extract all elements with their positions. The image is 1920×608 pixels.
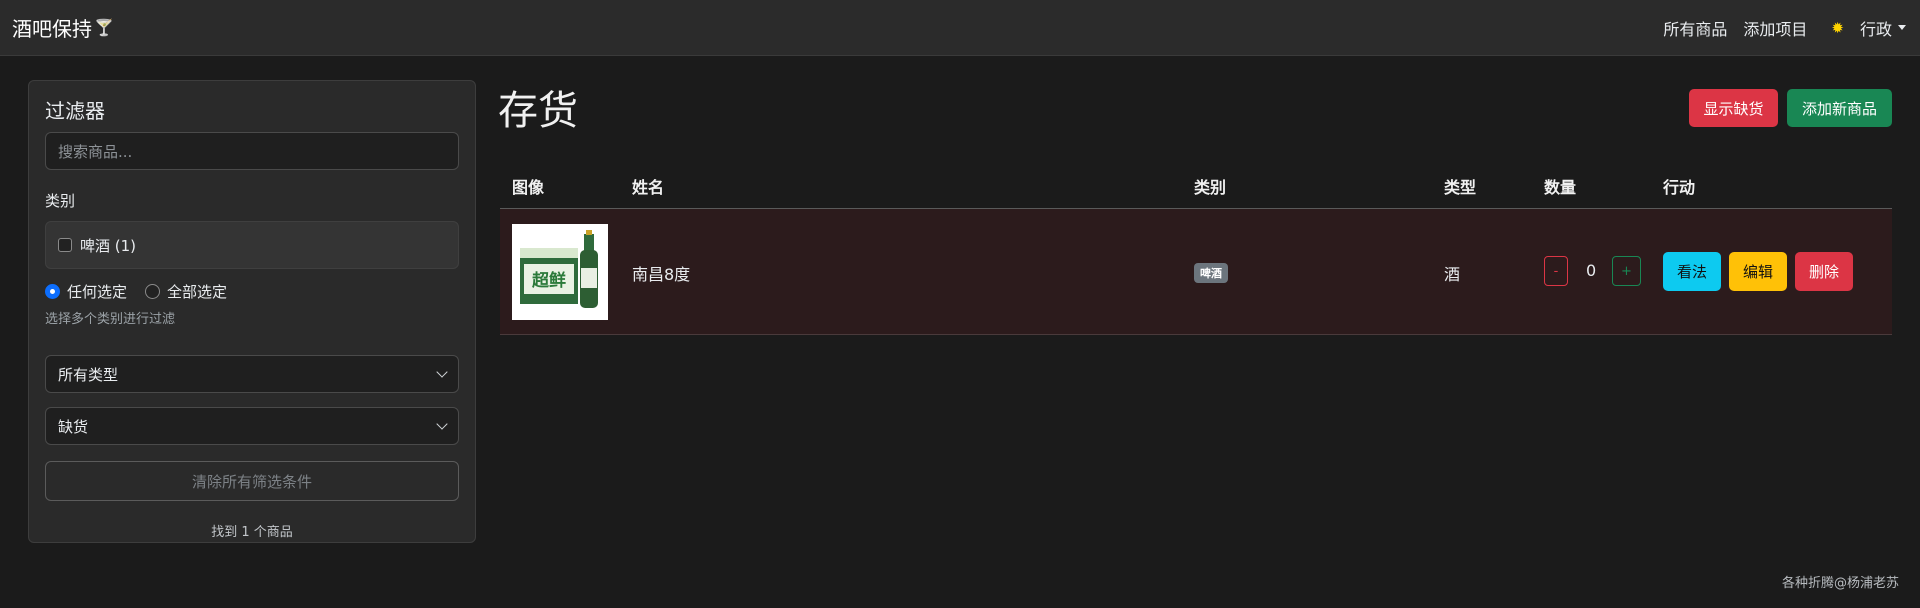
radio-any-label: 任何选定 xyxy=(67,283,128,301)
brand-name: 酒吧保持 xyxy=(12,17,92,41)
category-label: 类别 xyxy=(45,192,76,210)
table-row: 超鲜 南昌8度 啤酒 酒 - 0 + 看法 编辑 删除 xyxy=(500,209,1892,335)
nav-right: 所有商品 添加项目 ✹ 行政 xyxy=(1663,16,1906,40)
col-category: 类别 xyxy=(1194,178,1227,197)
chevron-down-icon xyxy=(436,417,448,430)
nav-link-add-item[interactable]: 添加项目 xyxy=(1743,16,1807,40)
quantity-value: 0 xyxy=(1586,261,1597,280)
search-input[interactable]: 搜索商品... xyxy=(45,132,459,170)
increase-quantity-button[interactable]: + xyxy=(1612,256,1641,286)
clear-filters-button[interactable]: 清除所有筛选条件 xyxy=(45,461,459,501)
caret-down-icon xyxy=(1898,25,1906,30)
type-select-value: 所有类型 xyxy=(58,365,119,384)
delete-button[interactable]: 删除 xyxy=(1795,252,1853,291)
nav-link-all-products[interactable]: 所有商品 xyxy=(1663,16,1727,40)
add-new-product-button[interactable]: 添加新商品 xyxy=(1787,89,1892,127)
user-name: 行政 xyxy=(1859,19,1892,39)
brand[interactable]: 酒吧保持 🍸 xyxy=(12,13,114,42)
match-mode: 任何选定 全部选定 xyxy=(45,281,459,302)
edit-button[interactable]: 编辑 xyxy=(1729,252,1787,291)
decrease-quantity-button[interactable]: - xyxy=(1544,256,1568,286)
product-image-text: 超鲜 xyxy=(532,270,566,291)
chevron-down-icon xyxy=(436,365,448,378)
col-actions: 行动 xyxy=(1663,178,1696,197)
col-quantity: 数量 xyxy=(1544,178,1577,197)
table-header: 图像 姓名 类别 类型 数量 行动 xyxy=(500,160,1892,209)
col-type: 类型 xyxy=(1444,178,1477,197)
radio-all-dot[interactable] xyxy=(145,284,161,299)
trophy-icon: 🍸 xyxy=(94,18,114,37)
footer-credit: 各种折腾@杨浦老苏 xyxy=(1781,576,1899,591)
stock-select[interactable]: 缺货 xyxy=(45,407,459,445)
user-menu[interactable]: 行政 xyxy=(1860,16,1906,40)
col-image: 图像 xyxy=(512,178,545,197)
product-name[interactable]: 南昌8度 xyxy=(632,261,690,285)
show-low-stock-button[interactable]: 显示缺货 xyxy=(1689,89,1778,127)
category-badge: 啤酒 xyxy=(1194,263,1228,283)
stock-select-value: 缺货 xyxy=(58,417,89,436)
product-image: 超鲜 xyxy=(512,224,608,320)
category-hint: 选择多个类别进行过滤 xyxy=(45,312,176,327)
type-select[interactable]: 所有类型 xyxy=(45,355,459,393)
radio-all-label: 全部选定 xyxy=(167,283,228,301)
filter-panel: 过滤器 搜索商品... 类别 啤酒 (1) 任何选定 全部选定 选择多个类别进行… xyxy=(28,80,476,543)
col-name: 姓名 xyxy=(632,178,665,197)
category-checkbox[interactable] xyxy=(58,238,72,252)
filter-title: 过滤器 xyxy=(45,99,105,123)
page-title: 存货 xyxy=(498,88,578,134)
view-button[interactable]: 看法 xyxy=(1663,252,1721,291)
radio-any-dot[interactable] xyxy=(45,284,60,299)
category-list: 啤酒 (1) xyxy=(45,221,459,269)
radio-all[interactable]: 全部选定 xyxy=(145,281,227,302)
category-item-label[interactable]: 啤酒 (1) xyxy=(80,235,136,256)
theme-toggle-icon[interactable]: ✹ xyxy=(1831,19,1844,37)
radio-any[interactable]: 任何选定 xyxy=(45,281,127,302)
product-type: 酒 xyxy=(1444,265,1461,284)
result-count: 找到 1 个商品 xyxy=(211,525,293,540)
navbar: 酒吧保持 🍸 所有商品 添加项目 ✹ 行政 xyxy=(0,0,1920,56)
